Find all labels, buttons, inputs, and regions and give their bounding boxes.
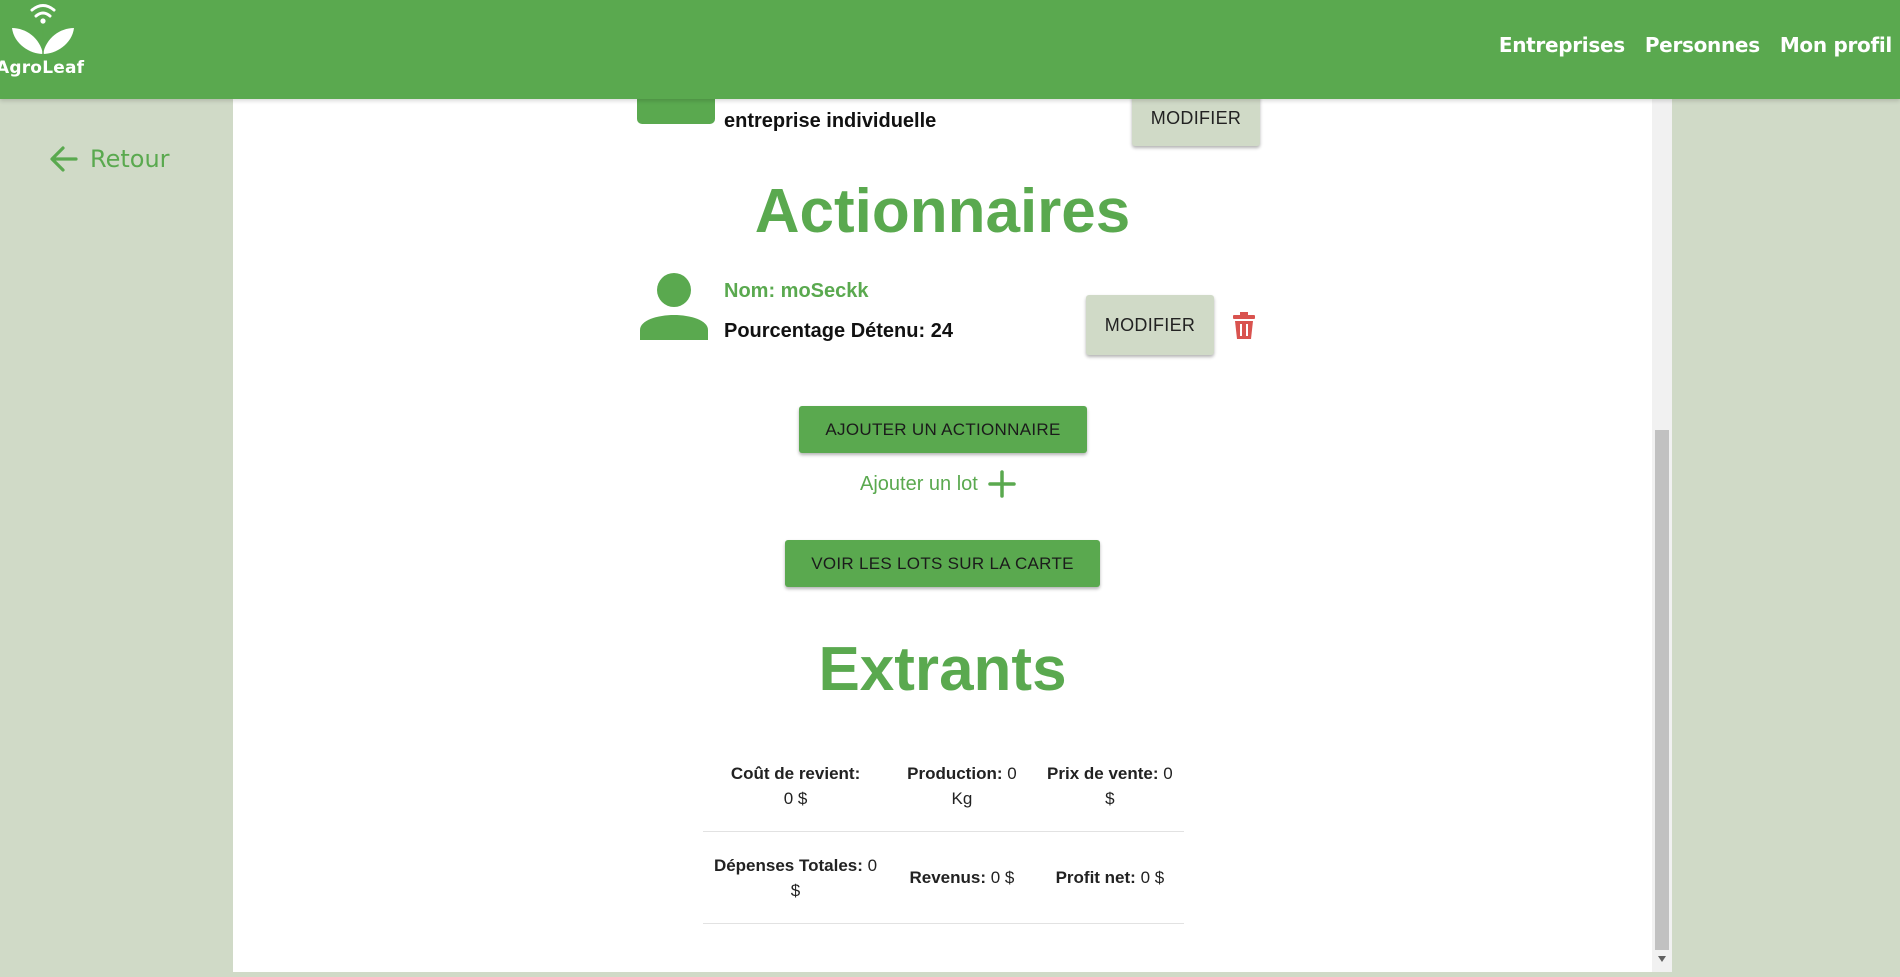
plus-icon [988,470,1016,498]
shareholders-title: Actionnaires [754,177,1131,246]
view-lots-map-button[interactable]: VOIR LES LOTS SUR LA CARTE [785,540,1100,587]
scroll-down-arrow-icon[interactable] [1658,956,1666,962]
extrants-table: Coût de revient: 0 $ Production: 0 Kg Pri… [703,740,1184,924]
leaf-wifi-icon [12,4,74,54]
extrant-cell: Prix de vente: 0 $ [1035,740,1184,832]
main-nav: Entreprises Personnes Mon profil [1499,33,1892,57]
back-label: Retour [90,145,170,173]
app-name: AgroLeaf [0,58,85,78]
extrant-cell: Profit net: 0 $ [1035,831,1184,924]
nav-entreprises[interactable]: Entreprises [1499,33,1625,57]
arrow-left-icon [50,146,78,172]
top-navbar: AgroLeaf Entreprises Personnes Mon profi… [0,0,1900,99]
extrant-cell: Revenus: 0 $ [888,831,1036,924]
table-row: Dépenses Totales: 0 $ Revenus: 0 $ Profi… [703,831,1184,924]
shareholder-percent: Pourcentage Détenu: 24 [724,320,953,342]
extrant-cell: Production: 0 Kg [888,740,1036,832]
scrollbar-thumb[interactable] [1655,430,1669,950]
company-type: entreprise individuelle [724,110,937,132]
nav-personnes[interactable]: Personnes [1645,33,1760,57]
add-lot-link[interactable]: Ajouter un lot [860,470,1016,498]
add-shareholder-button[interactable]: AJOUTER UN ACTIONNAIRE [799,406,1087,453]
agroleaf-logo[interactable]: AgroLeaf [0,0,90,90]
trash-icon[interactable] [1232,312,1256,340]
extrant-cell: Dépenses Totales: 0 $ [703,831,889,924]
extrants-title: Extrants [818,635,1067,704]
table-row: Coût de revient: 0 $ Production: 0 Kg Pri… [703,740,1184,832]
nav-mon-profil[interactable]: Mon profil [1780,33,1892,57]
add-lot-label: Ajouter un lot [860,472,978,495]
extrant-cell: Coût de revient: 0 $ [703,740,889,832]
content-panel: entreprise individuelle MODIFIER Actionn… [233,80,1652,972]
scrollbar[interactable] [1652,90,1672,972]
back-link[interactable]: Retour [48,143,170,175]
modify-shareholder-button[interactable]: MODIFIER [1086,295,1214,355]
shareholder-name: Nom: moSeckk [724,280,869,302]
person-icon [640,273,708,340]
